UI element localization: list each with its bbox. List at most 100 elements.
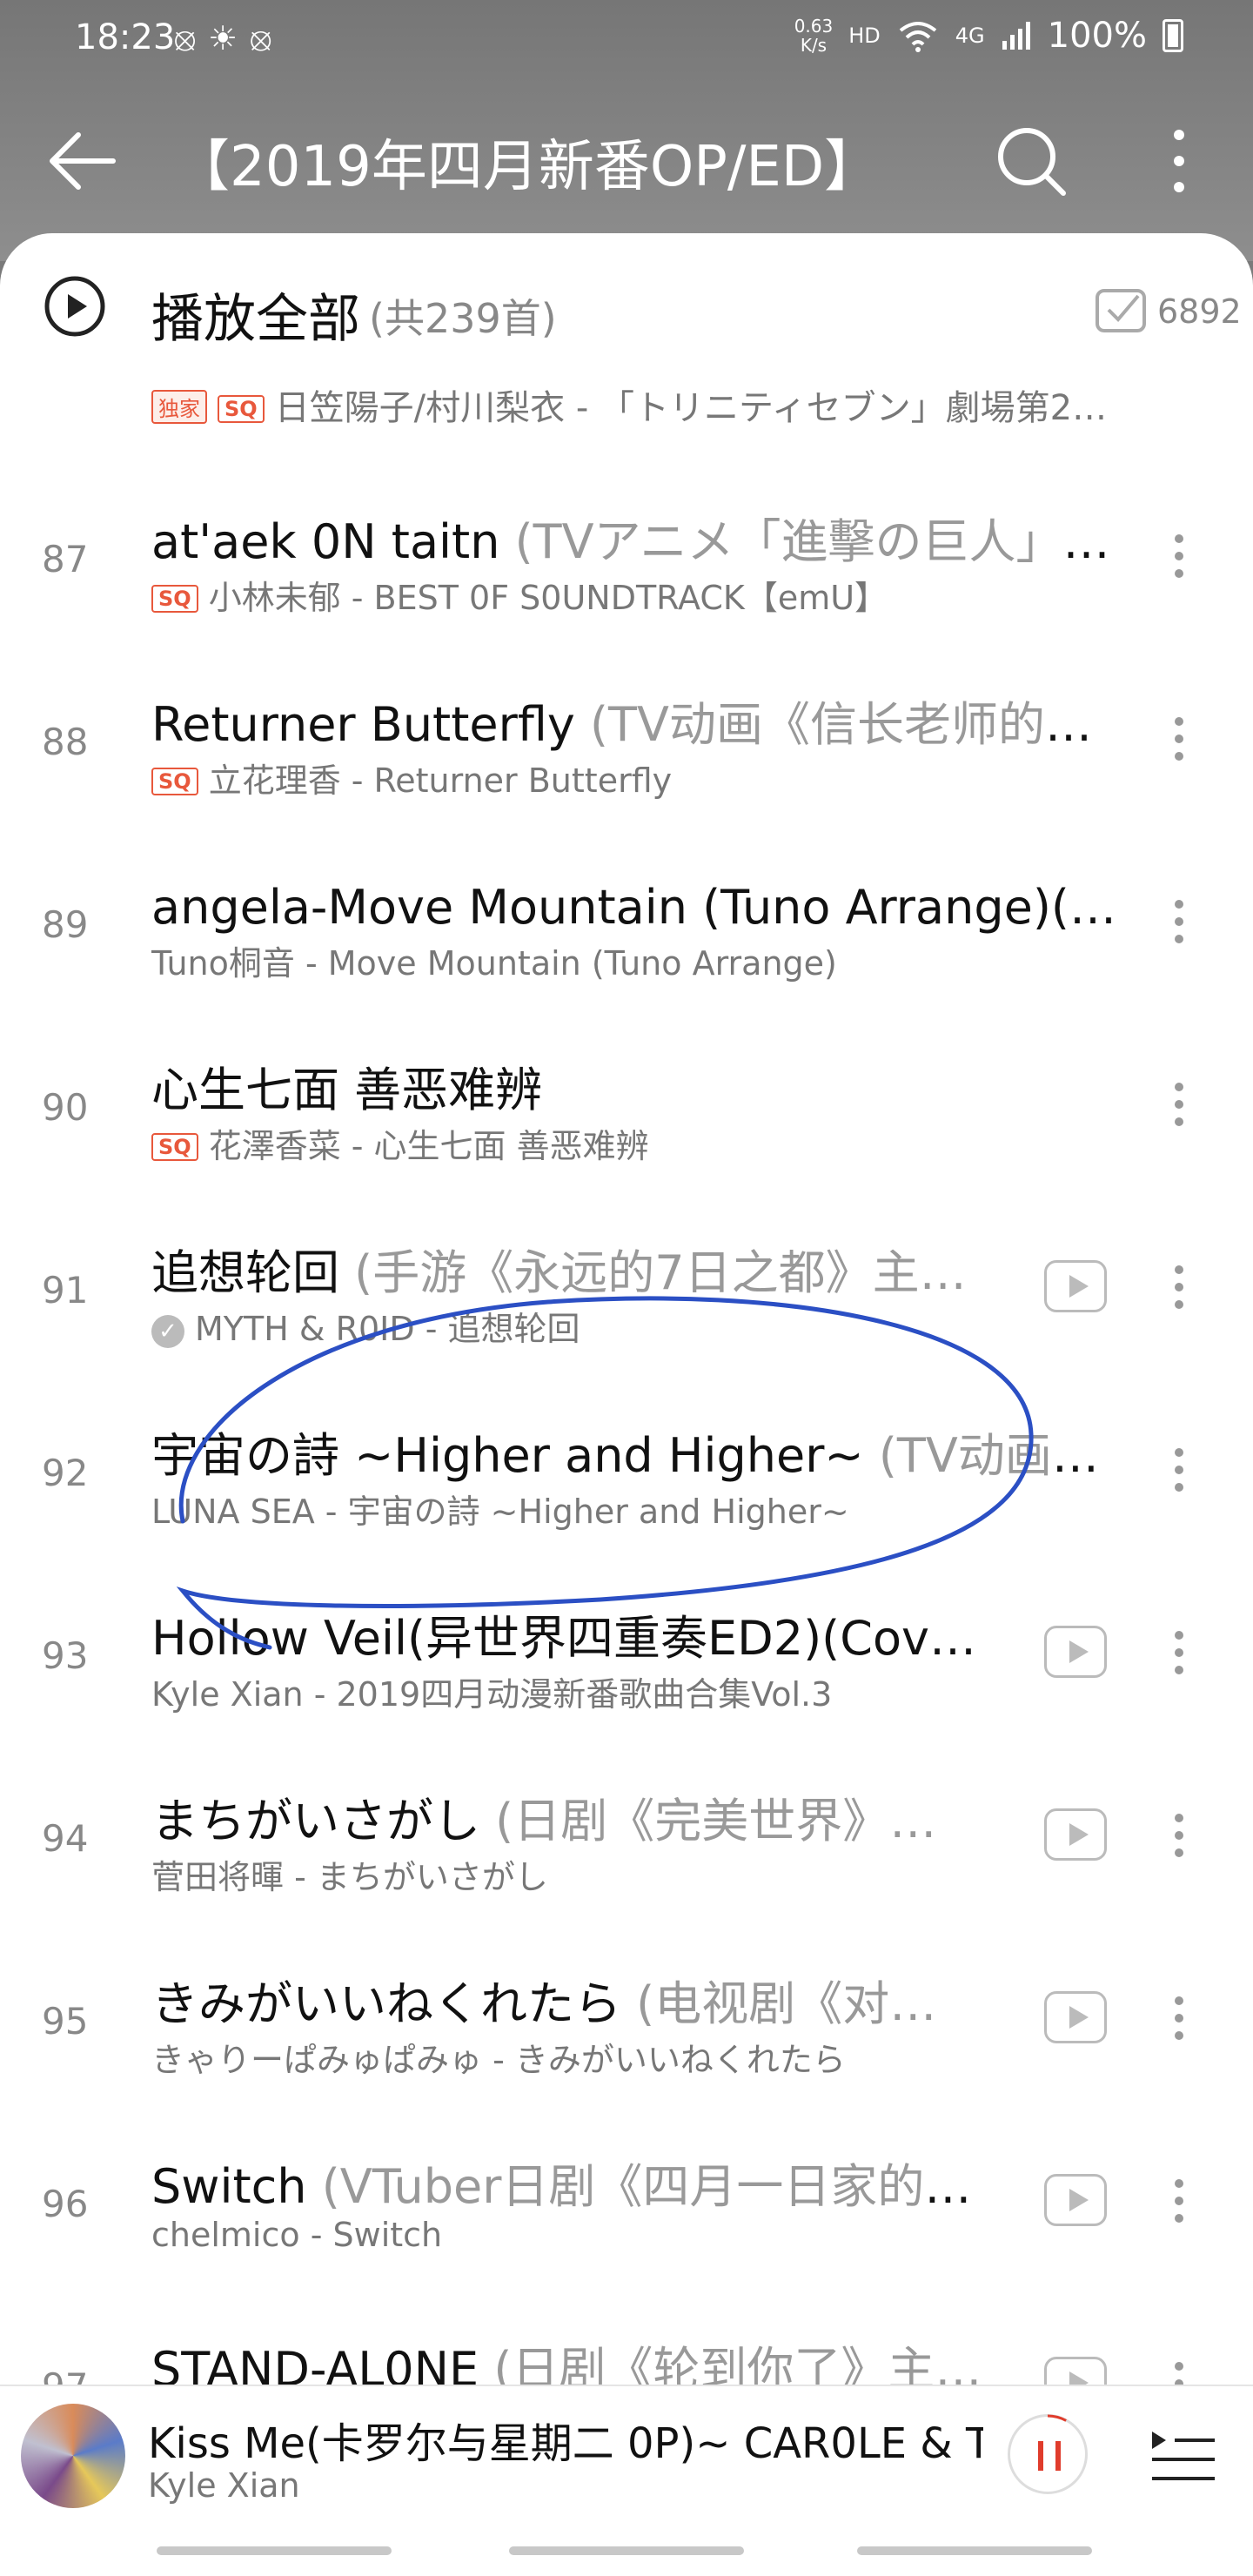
song-row[interactable]: 90 心生七面 善恶难辨 SQ 花澤香菜 - 心生七面 善恶难辨 [0,1016,1253,1199]
song-title-note: (日剧《轮到你了》主… [493,2342,982,2385]
video-play-icon[interactable] [1044,1808,1107,1861]
song-title-main: 宇宙の詩 ~Higher and Higher~ [151,1428,879,1483]
song-title: Returner Butterfly (TV动画《信长老师的年幼… [151,686,1122,755]
song-artist-album: LUNA SEA - 宇宙の詩 ~Higher and Higher~ [151,1493,849,1531]
song-subtitle: SQ 小林未郁 - BEST 0F S0UNDTRACK【emU】 [151,571,1109,619]
song-title-note: (电视剧《对… [636,1976,937,2031]
song-subtitle: きゃりーぱみゅぱみゅ - きみがいいねくれたら [151,2033,987,2081]
song-number: 92 [42,1452,89,1494]
song-more-icon[interactable] [1166,1991,1192,2052]
song-more-icon[interactable] [1166,1260,1192,1321]
song-subtitle: Tuno桐音 - Move Mountain (Tuno Arrange) [151,936,1109,984]
play-all-label[interactable]: 播放全部 [151,277,360,352]
song-subtitle: LUNA SEA - 宇宙の詩 ~Higher and Higher~ [151,1485,1109,1533]
sq-tag: SQ [151,1133,198,1161]
song-subtitle: 菅田将暉 - まちがいさがし [151,1850,987,1898]
video-play-icon[interactable] [1044,1991,1107,2043]
status-time: 18:23 [75,17,176,57]
battery-percent: 100% [1047,16,1147,56]
song-number: 87 [42,538,89,580]
now-playing-title[interactable]: Kiss Me(卡罗尔与星期二 0P)~ CAR0LE & TUE [148,2409,983,2470]
app-header: 【2019年四月新番OP/ED】 [0,96,1253,218]
song-more-icon[interactable] [1166,1626,1192,1687]
song-subtitle: chelmico - Switch [151,2216,987,2254]
playlist-title: 【2019年四月新番OP/ED】 [174,135,881,199]
song-title: Hollow Veil(异世界四重奏ED2)(Cove… [151,1600,987,1668]
song-number: 90 [42,1086,89,1129]
song-number: 94 [42,1817,89,1860]
sq-tag: SQ [151,768,198,795]
song-more-icon[interactable] [1166,2174,1192,2235]
song-more-icon[interactable] [1166,529,1192,590]
song-number: 88 [42,721,89,763]
network-type: 4G [955,23,985,48]
song-subtitle: Kyle Xian - 2019四月动漫新番歌曲合集Vol.3 [151,1667,987,1715]
song-title-main: 追想轮回 [151,1245,355,1300]
song-title: 心生七面 善恶难辨 [151,1051,1122,1120]
video-play-icon[interactable] [1044,1260,1107,1312]
battery-icon [1163,19,1183,52]
song-number: 89 [42,903,89,946]
nav-home-pill[interactable] [509,2546,744,2555]
song-title: きみがいいねくれたら (电视剧《对… [151,1965,987,2034]
song-title-main: Hollow Veil(异世界四重奏ED2)(Cove… [151,1611,987,1666]
song-artist-album: Tuno桐音 - Move Mountain (Tuno Arrange) [151,944,837,983]
song-row[interactable]: 96 Switch (VTuber日剧《四月一日家的》… chelmico - … [0,2113,1253,2296]
song-number: 96 [42,2183,89,2225]
hd-indicator: HD [848,23,881,48]
song-title-note: (TVアニメ「進擊の巨人」オ… [514,514,1122,569]
status-bar: 18:23 ⦻☀⦻ 0.63 K/s HD 4G 100% [0,0,1253,78]
net-speed: 0.63 K/s [794,17,834,55]
previous-row-subtitle[interactable]: 独家 SQ 日笠陽子/村川梨衣 - 「トリニティセブン」劇場第2… [151,379,1126,430]
video-play-icon[interactable] [1044,2357,1107,2385]
song-more-icon[interactable] [1166,2357,1192,2385]
song-title-note: (VTuber日剧《四月一日家的》… [321,2159,987,2214]
song-more-icon[interactable] [1166,1443,1192,1504]
song-more-icon[interactable] [1166,895,1192,956]
more-vertical-icon[interactable] [1157,122,1201,200]
song-row[interactable]: 94 まちがいさがし (日剧《完美世界》… 菅田将暉 - まちがいさがし [0,1748,1253,1930]
video-play-icon[interactable] [1044,2174,1107,2226]
song-more-icon[interactable] [1166,712,1192,773]
song-row[interactable]: 97 STAND-AL0NE (日剧《轮到你了》主… [0,2296,1253,2385]
song-row[interactable]: 93 Hollow Veil(异世界四重奏ED2)(Cove… Kyle Xia… [0,1565,1253,1748]
nav-back-pill[interactable] [157,2546,392,2555]
song-list-card: 播放全部 (共239首) 6892 独家 SQ 日笠陽子/村川梨衣 - 「トリニティ… [0,233,1253,2385]
net-speed-value: 0.63 [794,16,834,37]
nav-recents-pill[interactable] [857,2546,1092,2555]
collect-count: 6892 [1157,292,1242,331]
play-all-row[interactable]: 播放全部 (共239首) 6892 [0,233,1253,381]
video-play-icon[interactable] [1044,1626,1107,1678]
system-nav-bar [0,2524,1253,2576]
back-arrow-icon[interactable] [44,126,122,196]
song-row[interactable]: 95 きみがいいねくれたら (电视剧《对… きゃりーぱみゅぱみゅ - きみがいい… [0,1930,1253,2113]
album-cover[interactable] [21,2404,125,2508]
song-title-note: (TV动画《信长老师的年幼… [589,697,1122,752]
song-row[interactable]: 87 at'aek 0N taitn (TVアニメ「進擊の巨人」オ… SQ 小林未… [0,468,1253,651]
previous-row-artist: 日笠陽子/村川梨衣 - 「トリニティセブン」劇場第2… [274,388,1108,428]
search-icon[interactable] [992,122,1070,200]
song-row[interactable]: 89 angela-Move Mountain (Tuno Arrange)(T… [0,834,1253,1016]
song-title-main: まちがいさがし [151,1794,496,1848]
status-right: 0.63 K/s HD 4G 100% [794,16,1183,56]
song-number: 97 [42,2365,111,2385]
net-speed-unit: K/s [800,35,828,56]
wifi-icon [899,22,937,52]
song-title: 追想轮回 (手游《永远的7日之都》主… [151,1234,987,1303]
song-more-icon[interactable] [1166,1808,1192,1869]
song-count: (共239首) [369,295,557,342]
play-circle-icon[interactable] [44,275,106,338]
song-artist-album: Kyle Xian - 2019四月动漫新番歌曲合集Vol.3 [151,1675,833,1714]
playlist-icon[interactable] [1149,2425,1218,2485]
song-row[interactable]: 91 追想轮回 (手游《永远的7日之都》主… ✓ MYTH & R0ID - 追想… [0,1199,1253,1382]
song-row[interactable]: 88 Returner Butterfly (TV动画《信长老师的年幼… SQ 立… [0,651,1253,834]
mini-player[interactable]: Kiss Me(卡罗尔与星期二 0P)~ CAR0LE & TUE Kyle X… [0,2385,1253,2526]
downloaded-check-icon: ✓ [151,1315,184,1348]
collect-check-icon[interactable] [1095,284,1147,334]
song-row[interactable]: 92 宇宙の詩 ~Higher and Higher~ (TV动画《机… LUN… [0,1382,1253,1565]
song-more-icon[interactable] [1166,1077,1192,1138]
song-list: 87 at'aek 0N taitn (TVアニメ「進擊の巨人」オ… SQ 小林未… [0,468,1253,2385]
song-artist-album: 立花理香 - Returner Butterfly [208,761,673,800]
song-artist-album: MYTH & R0ID - 追想轮回 [195,1310,580,1348]
song-title: at'aek 0N taitn (TVアニメ「進擊の巨人」オ… [151,503,1122,572]
